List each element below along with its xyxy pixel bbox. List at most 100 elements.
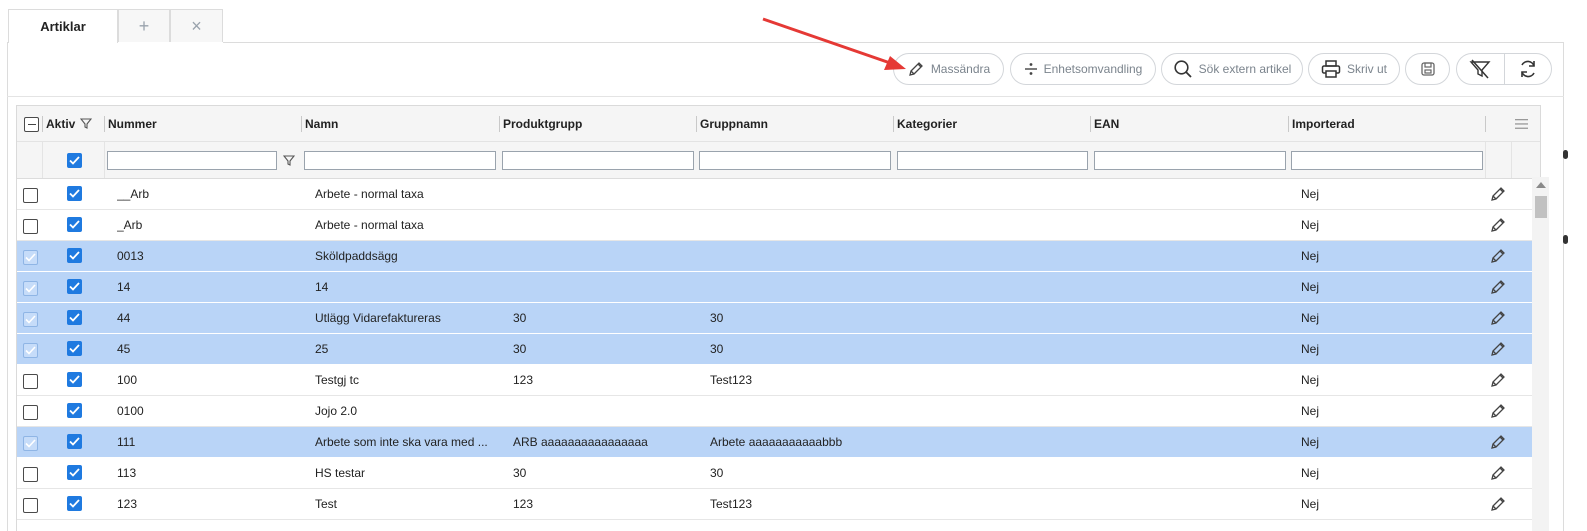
scrollbar-thumb[interactable] <box>1535 196 1547 218</box>
row-select-checkbox[interactable] <box>23 374 38 389</box>
tab-bar: Artiklar + × <box>8 9 223 43</box>
table-row[interactable]: 111 Arbete som inte ska vara med ... ARB a… <box>17 427 1533 458</box>
active-checkbox[interactable] <box>67 248 82 263</box>
header-product-group[interactable]: Produktgrupp <box>503 106 582 142</box>
unit-conversion-button[interactable]: Enhetsomvandling <box>1010 53 1156 85</box>
cell-categories <box>907 458 1087 488</box>
refresh-button[interactable] <box>1505 54 1552 84</box>
table-row[interactable]: _Arb Arbete - normal taxa Nej <box>17 210 1533 241</box>
table-row[interactable]: 44 Utlägg Vidarefaktureras 30 30 Nej <box>17 303 1533 334</box>
column-separator <box>1288 116 1289 132</box>
table-row[interactable]: 123 Test 123 Test123 Nej <box>17 489 1533 520</box>
header-imported[interactable]: Importerad <box>1292 106 1355 142</box>
header-group-name[interactable]: Gruppnamn <box>700 106 768 142</box>
header-number[interactable]: Nummer <box>108 106 157 142</box>
cell-imported: Nej <box>1301 466 1320 480</box>
table-row[interactable]: 100 Testgj tc 123 Test123 Nej <box>17 365 1533 396</box>
table-row[interactable]: 14 14 Nej <box>17 272 1533 303</box>
active-checkbox[interactable] <box>67 310 82 325</box>
select-all-checkbox[interactable] <box>24 117 39 132</box>
unit-conversion-label: Enhetsomvandling <box>1043 62 1143 76</box>
row-select-checkbox[interactable] <box>23 343 38 358</box>
search-icon <box>1174 60 1192 78</box>
header-name[interactable]: Namn <box>305 106 338 142</box>
edit-row-pencil-icon[interactable] <box>1489 216 1507 237</box>
mass-edit-label: Massändra <box>930 62 991 76</box>
filter-icon[interactable] <box>283 155 295 166</box>
number-filter-input[interactable] <box>107 151 277 170</box>
active-checkbox[interactable] <box>67 465 82 480</box>
filter-icon[interactable] <box>80 118 92 129</box>
cell-categories <box>907 489 1087 519</box>
edit-row-pencil-icon[interactable] <box>1489 464 1507 485</box>
mass-edit-button[interactable]: Massändra <box>893 53 1004 85</box>
row-select-checkbox[interactable] <box>23 312 38 327</box>
edit-row-pencil-icon[interactable] <box>1489 309 1507 330</box>
active-checkbox[interactable] <box>67 403 82 418</box>
cell-ean <box>1104 272 1284 302</box>
print-button[interactable]: Skriv ut <box>1308 53 1400 85</box>
active-checkbox[interactable] <box>67 372 82 387</box>
active-checkbox[interactable] <box>67 279 82 294</box>
table-row[interactable]: 0013 Sköldpaddsägg Nej <box>17 241 1533 272</box>
group-name-filter-input[interactable] <box>699 151 891 170</box>
edit-row-pencil-icon[interactable] <box>1489 278 1507 299</box>
row-select-checkbox[interactable] <box>23 250 38 265</box>
edit-row-pencil-icon[interactable] <box>1489 340 1507 361</box>
divide-icon <box>1024 63 1037 75</box>
close-tab-button[interactable]: × <box>170 9 223 42</box>
row-select-checkbox[interactable] <box>23 188 38 203</box>
active-checkbox[interactable] <box>67 217 82 232</box>
cell-group-name: 30 <box>710 342 724 356</box>
row-select-checkbox[interactable] <box>23 498 38 513</box>
row-select-checkbox[interactable] <box>23 467 38 482</box>
edit-row-pencil-icon[interactable] <box>1489 495 1507 516</box>
table-row[interactable]: 45 25 30 30 Nej <box>17 334 1533 365</box>
product-group-filter-input[interactable] <box>502 151 694 170</box>
edit-row-pencil-icon[interactable] <box>1489 371 1507 392</box>
cell-name: HS testar <box>315 466 366 480</box>
vertical-scrollbar[interactable] <box>1532 177 1549 531</box>
table-row[interactable]: __Arb Arbete - normal taxa Nej <box>17 179 1533 210</box>
edit-row-pencil-icon[interactable] <box>1489 247 1507 268</box>
table-row[interactable]: 113 HS testar 30 30 Nej <box>17 458 1533 489</box>
cell-product-group: ARB aaaaaaaaaaaaaaaa <box>513 435 648 449</box>
cell-ean <box>1104 334 1284 364</box>
header-active[interactable]: Aktiv <box>46 106 75 142</box>
row-select-checkbox[interactable] <box>23 405 38 420</box>
edit-row-pencil-icon[interactable] <box>1489 402 1507 423</box>
cell-group-name <box>710 396 890 426</box>
search-external-article-button[interactable]: Sök extern artikel <box>1161 53 1303 85</box>
active-checkbox[interactable] <box>67 434 82 449</box>
table-row[interactable]: 0100 Jojo 2.0 Nej <box>17 396 1533 427</box>
row-select-checkbox[interactable] <box>23 281 38 296</box>
edit-row-pencil-icon[interactable] <box>1489 185 1507 206</box>
active-checkbox[interactable] <box>67 341 82 356</box>
cell-ean <box>1104 427 1284 457</box>
save-button[interactable] <box>1405 53 1450 85</box>
filter-clear-icon <box>1469 59 1491 79</box>
header-categories[interactable]: Kategorier <box>897 106 957 142</box>
edit-row-pencil-icon[interactable] <box>1489 433 1507 454</box>
row-select-checkbox[interactable] <box>23 436 38 451</box>
column-separator <box>893 116 894 132</box>
cell-name: Arbete - normal taxa <box>315 218 424 232</box>
header-ean[interactable]: EAN <box>1094 106 1119 142</box>
imported-filter-input[interactable] <box>1291 151 1483 170</box>
filter-row <box>17 142 1540 179</box>
add-tab-button[interactable]: + <box>118 9 170 42</box>
active-checkbox[interactable] <box>67 186 82 201</box>
clear-filter-button[interactable] <box>1457 54 1505 84</box>
column-menu-icon[interactable] <box>1515 119 1528 129</box>
categories-filter-input[interactable] <box>897 151 1088 170</box>
scroll-up-icon[interactable] <box>1536 182 1546 188</box>
tab-artiklar[interactable]: Artiklar <box>8 9 118 43</box>
cell-categories <box>907 365 1087 395</box>
cell-imported: Nej <box>1301 373 1320 387</box>
active-checkbox[interactable] <box>67 496 82 511</box>
cell-group-name: Test123 <box>710 373 753 387</box>
active-filter-checkbox[interactable] <box>67 153 82 168</box>
name-filter-input[interactable] <box>304 151 496 170</box>
row-select-checkbox[interactable] <box>23 219 38 234</box>
ean-filter-input[interactable] <box>1094 151 1286 170</box>
